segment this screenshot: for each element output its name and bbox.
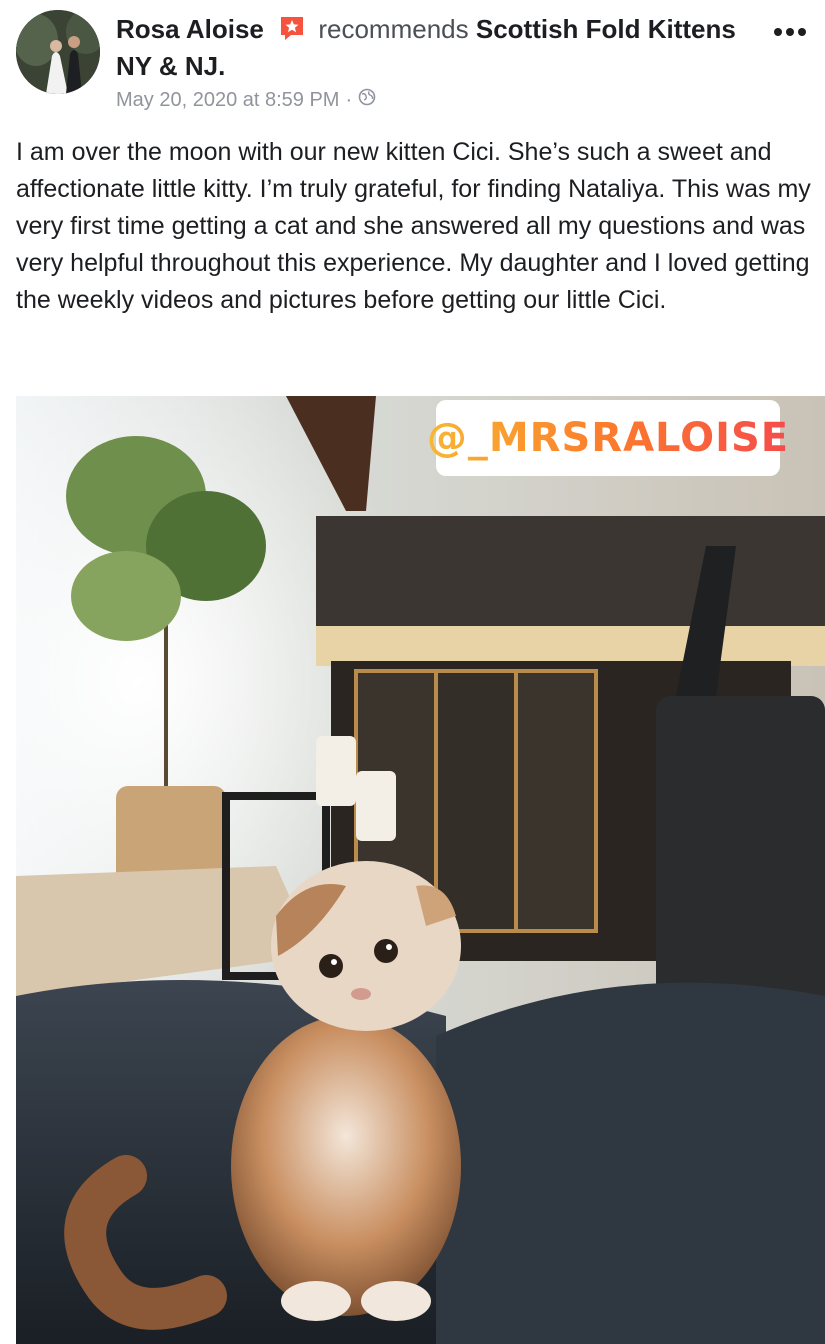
star-flag-icon: [279, 15, 305, 49]
kitten-photo-illustration: [16, 396, 825, 1344]
post-title-line: Rosa Aloise recommends Scottish Fold Kit…: [116, 12, 756, 83]
post-photo[interactable]: @_MRSRALOISE: [16, 396, 825, 1344]
meta-separator: ·: [345, 89, 353, 111]
photo-username-text: @_MRSRALOISE: [426, 415, 790, 461]
author-avatar[interactable]: [16, 10, 100, 94]
post-header: Rosa Aloise recommends Scottish Fold Kit…: [0, 0, 825, 120]
post-body-text: I am over the moon with our new kitten C…: [16, 138, 811, 314]
more-options-icon[interactable]: [773, 18, 807, 38]
avatar-photo: [16, 10, 100, 94]
photo-username-tag: @_MRSRALOISE: [427, 400, 788, 476]
globe-icon: [358, 87, 376, 113]
action-text: recommends: [318, 14, 469, 44]
post-timestamp[interactable]: May 20, 2020 at 8:59 PM: [116, 87, 339, 113]
header-text: Rosa Aloise recommends Scottish Fold Kit…: [116, 12, 756, 113]
author-name[interactable]: Rosa Aloise: [116, 14, 264, 44]
post-meta: May 20, 2020 at 8:59 PM ·: [116, 87, 756, 113]
